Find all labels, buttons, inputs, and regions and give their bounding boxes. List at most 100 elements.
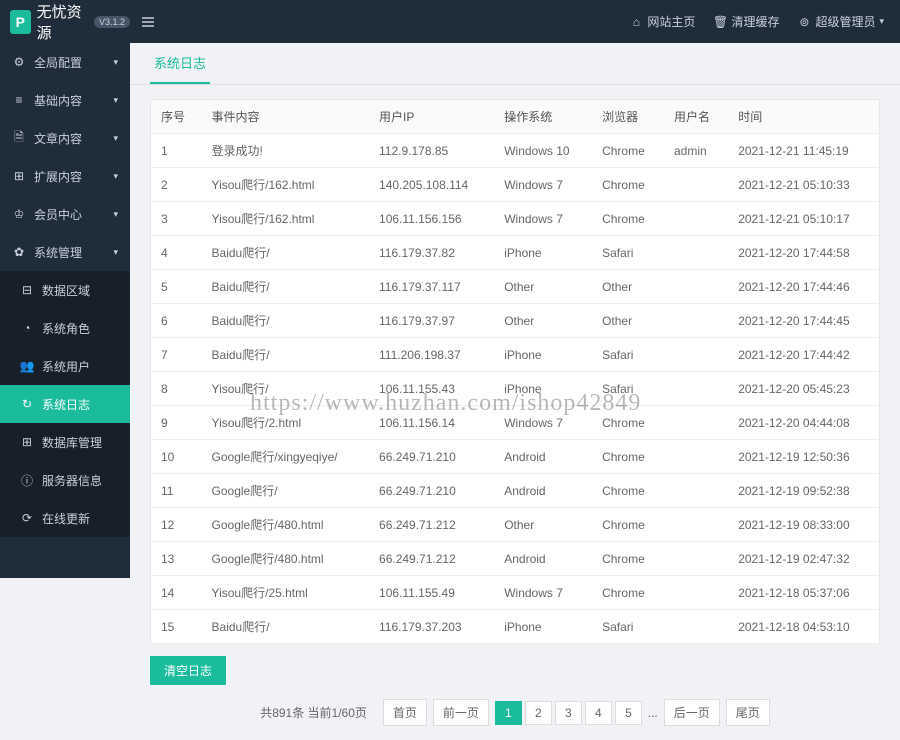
- table-row: 15Baidu爬行/116.179.37.203iPhoneSafari2021…: [151, 610, 880, 644]
- table-cell: Safari: [592, 610, 664, 644]
- table-cell: iPhone: [494, 610, 592, 644]
- sidebar-item-4[interactable]: ♔会员中心▾: [0, 195, 130, 233]
- sidebar-item-label: 系统日志: [42, 396, 90, 413]
- dbm-icon: ⊞: [20, 435, 34, 449]
- log-table: 序号事件内容用户IP操作系统浏览器用户名时间 1登录成功!112.9.178.8…: [150, 99, 880, 644]
- table-cell: Baidu爬行/: [202, 338, 369, 372]
- table-cell: Yisou爬行/: [202, 372, 369, 406]
- col-header: 用户名: [664, 100, 728, 134]
- table-cell: 2021-12-18 05:37:06: [728, 576, 879, 610]
- page-number-4[interactable]: 4: [585, 701, 612, 725]
- table-cell: 10: [151, 440, 202, 474]
- sidebar-item-8[interactable]: 👥系统用户: [0, 347, 130, 385]
- table-cell: iPhone: [494, 236, 592, 270]
- nav-cache-link[interactable]: 🗑清理缓存: [713, 13, 779, 30]
- table-cell: 116.179.37.97: [369, 304, 494, 338]
- table-cell: Android: [494, 542, 592, 576]
- page-number-3[interactable]: 3: [555, 701, 582, 725]
- db-icon: ⊟: [20, 283, 34, 297]
- page-next-button[interactable]: 后一页: [664, 699, 720, 726]
- chevron-down-icon: ▾: [879, 16, 884, 27]
- table-cell: 2021-12-20 17:44:46: [728, 270, 879, 304]
- col-header: 浏览器: [592, 100, 664, 134]
- nav-admin-link[interactable]: ⊚超级管理员 ▾: [797, 13, 884, 30]
- tab-bar: 系统日志: [130, 43, 900, 85]
- sidebar-toggle-button[interactable]: [130, 4, 166, 40]
- table-row: 4Baidu爬行/116.179.37.82iPhoneSafari2021-1…: [151, 236, 880, 270]
- sidebar-item-5[interactable]: ✿系统管理▾: [0, 233, 130, 271]
- table-cell: Chrome: [592, 474, 664, 508]
- table-cell: Yisou爬行/2.html: [202, 406, 369, 440]
- table-cell: 66.249.71.210: [369, 440, 494, 474]
- page-number-5[interactable]: 5: [615, 701, 642, 725]
- table-row: 8Yisou爬行/106.11.155.43iPhoneSafari2021-1…: [151, 372, 880, 406]
- table-cell: Safari: [592, 372, 664, 406]
- chevron-down-icon: ▾: [113, 247, 118, 258]
- table-cell: 2021-12-19 02:47:32: [728, 542, 879, 576]
- clear-log-button[interactable]: 清空日志: [150, 656, 226, 685]
- sidebar: ⚙全局配置▾≡基础内容▾🗎文章内容▾⊞扩展内容▾♔会员中心▾✿系统管理▾⊟数据区…: [0, 43, 130, 578]
- table-cell: 66.249.71.212: [369, 508, 494, 542]
- page-ellipsis: ...: [648, 706, 658, 720]
- table-cell: 140.205.108.114: [369, 168, 494, 202]
- table-cell: 2021-12-19 09:52:38: [728, 474, 879, 508]
- page-number-1[interactable]: 1: [495, 701, 522, 725]
- sidebar-item-12[interactable]: ⟳在线更新: [0, 499, 130, 537]
- table-row: 5Baidu爬行/116.179.37.117OtherOther2021-12…: [151, 270, 880, 304]
- table-cell: Other: [494, 270, 592, 304]
- table-cell: iPhone: [494, 372, 592, 406]
- table-row: 13Google爬行/480.html66.249.71.212AndroidC…: [151, 542, 880, 576]
- table-cell: Chrome: [592, 542, 664, 576]
- page-number-2[interactable]: 2: [525, 701, 552, 725]
- table-cell: 2021-12-19 08:33:00: [728, 508, 879, 542]
- table-cell: 2021-12-20 04:44:08: [728, 406, 879, 440]
- table-cell: 66.249.71.210: [369, 474, 494, 508]
- upd-icon: ⟳: [20, 511, 34, 525]
- table-row: 2Yisou爬行/162.html140.205.108.114Windows …: [151, 168, 880, 202]
- sidebar-item-2[interactable]: 🗎文章内容▾: [0, 119, 130, 157]
- sidebar-item-label: 会员中心: [34, 206, 82, 223]
- sidebar-item-11[interactable]: ⓘ服务器信息: [0, 461, 130, 499]
- table-cell: Other: [592, 304, 664, 338]
- sidebar-item-10[interactable]: ⊞数据库管理: [0, 423, 130, 461]
- table-cell: Chrome: [592, 440, 664, 474]
- chevron-down-icon: ▾: [113, 57, 118, 68]
- table-cell: Other: [592, 270, 664, 304]
- nav-home-link[interactable]: ⌂网站主页: [629, 13, 695, 30]
- page-info: 共891条 当前1/60页: [260, 704, 367, 721]
- gear-icon: ⚙: [12, 55, 26, 69]
- tab-system-log[interactable]: 系统日志: [150, 43, 210, 84]
- table-row: 11Google爬行/66.249.71.210AndroidChrome202…: [151, 474, 880, 508]
- sidebar-item-label: 系统角色: [42, 320, 90, 337]
- log-icon: ↻: [20, 397, 34, 411]
- sidebar-item-0[interactable]: ⚙全局配置▾: [0, 43, 130, 81]
- table-cell: 2021-12-21 11:45:19: [728, 134, 879, 168]
- table-cell: 12: [151, 508, 202, 542]
- page-last-button[interactable]: 尾页: [726, 699, 770, 726]
- table-cell: Windows 7: [494, 202, 592, 236]
- table-cell: Other: [494, 304, 592, 338]
- ext-icon: ⊞: [12, 169, 26, 183]
- sidebar-item-6[interactable]: ⊟数据区域: [0, 271, 130, 309]
- sidebar-item-7[interactable]: ◔系统角色: [0, 309, 130, 347]
- sidebar-item-1[interactable]: ≡基础内容▾: [0, 81, 130, 119]
- table-cell: 8: [151, 372, 202, 406]
- table-cell: 116.179.37.203: [369, 610, 494, 644]
- table-cell: Yisou爬行/162.html: [202, 168, 369, 202]
- table-cell: Chrome: [592, 576, 664, 610]
- table-cell: Chrome: [592, 168, 664, 202]
- table-cell: 3: [151, 202, 202, 236]
- table-cell: 2021-12-20 17:44:58: [728, 236, 879, 270]
- home-icon: ⌂: [629, 15, 643, 29]
- trash-icon: 🗑: [713, 15, 727, 29]
- sidebar-item-label: 文章内容: [34, 130, 82, 147]
- table-cell: 6: [151, 304, 202, 338]
- table-cell: Chrome: [592, 508, 664, 542]
- page-first-button[interactable]: 首页: [383, 699, 427, 726]
- sidebar-item-3[interactable]: ⊞扩展内容▾: [0, 157, 130, 195]
- table-cell: [664, 372, 728, 406]
- chevron-down-icon: ▾: [113, 133, 118, 144]
- page-prev-button[interactable]: 前一页: [433, 699, 489, 726]
- sidebar-item-label: 基础内容: [34, 92, 82, 109]
- sidebar-item-9[interactable]: ↻ 系统日志: [0, 385, 130, 423]
